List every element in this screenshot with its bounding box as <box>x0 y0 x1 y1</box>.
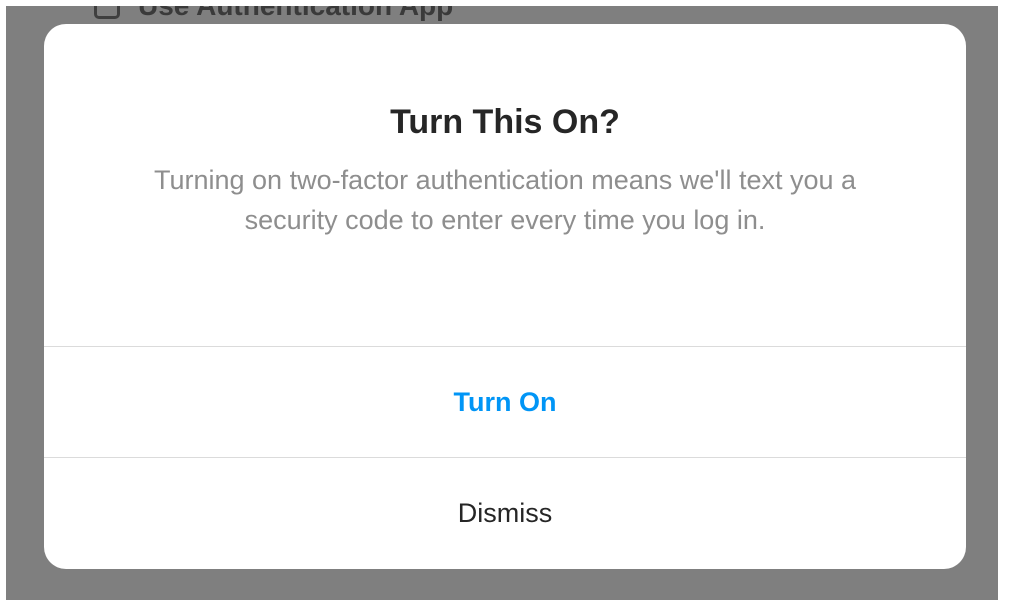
confirm-dialog: Turn This On? Turning on two-factor auth… <box>44 24 966 569</box>
authentication-app-checkbox <box>94 6 120 19</box>
modal-overlay[interactable]: Use Authentication App Turn This On? Tur… <box>6 6 998 600</box>
dismiss-button[interactable]: Dismiss <box>44 457 966 568</box>
authentication-app-option: Use Authentication App <box>94 6 453 22</box>
dialog-header: Turn This On? Turning on two-factor auth… <box>44 24 966 346</box>
dialog-message: Turning on two-factor authentication mea… <box>153 165 857 235</box>
turn-on-button[interactable]: Turn On <box>44 346 966 457</box>
authentication-app-label: Use Authentication App <box>138 6 453 22</box>
dialog-title: Turn This On? <box>390 103 620 141</box>
